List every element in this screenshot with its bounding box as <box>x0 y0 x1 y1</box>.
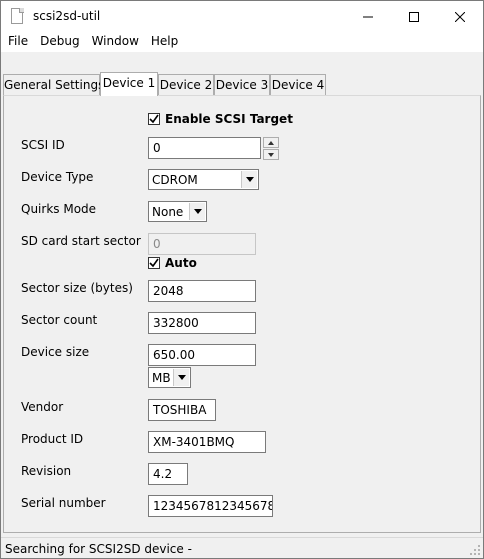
checkmark-icon <box>149 114 159 124</box>
spin-down-button[interactable] <box>263 149 279 160</box>
device-type-value: CDROM <box>152 173 198 187</box>
sd-start-sector-label: SD card start sector <box>21 234 141 248</box>
device-size-label: Device size <box>21 345 90 359</box>
chevron-down-icon <box>245 177 254 182</box>
scsi-id-input[interactable]: 0 <box>148 137 261 159</box>
close-icon <box>455 11 465 22</box>
dropdown-button[interactable] <box>173 369 189 386</box>
tab-device-2[interactable]: Device 2 <box>158 74 214 95</box>
menu-window[interactable]: Window <box>86 32 145 52</box>
vendor-label: Vendor <box>21 400 64 414</box>
minimize-button[interactable] <box>345 1 391 32</box>
sector-size-input[interactable]: 2048 <box>148 280 256 302</box>
vendor-input[interactable]: TOSHIBA <box>148 399 216 421</box>
revision-input[interactable]: 4.2 <box>148 463 188 485</box>
auto-label: Auto <box>165 256 197 270</box>
resize-grip-icon[interactable] <box>469 544 481 556</box>
app-window: scsi2sd-util File Debug Window Help Gene… <box>0 0 484 559</box>
tab-device-1[interactable]: Device 1 <box>100 72 158 96</box>
chevron-down-icon <box>177 375 186 380</box>
maximize-button[interactable] <box>391 1 437 32</box>
serial-number-label: Serial number <box>21 496 106 510</box>
status-bar: Searching for SCSI2SD device - <box>1 537 483 558</box>
auto-checkbox[interactable] <box>148 257 160 269</box>
quirks-mode-label: Quirks Mode <box>21 202 97 216</box>
device-size-unit-select[interactable]: MB <box>148 367 191 388</box>
close-button[interactable] <box>437 1 483 32</box>
quirks-mode-value: None <box>152 205 184 219</box>
device-size-unit-value: MB <box>152 371 171 385</box>
arrow-up-icon <box>268 140 274 145</box>
title-bar: scsi2sd-util <box>1 1 483 32</box>
window-title: scsi2sd-util <box>33 9 101 23</box>
checkmark-icon <box>149 258 159 268</box>
device-size-input[interactable]: 650.00 <box>148 344 256 366</box>
enable-scsi-target-checkbox[interactable] <box>148 113 160 125</box>
minimize-icon <box>363 16 373 17</box>
chevron-down-icon <box>193 209 202 214</box>
sector-count-label: Sector count <box>21 313 98 327</box>
status-text: Searching for SCSI2SD device - <box>5 542 192 556</box>
tab-device-4[interactable]: Device 4 <box>270 74 326 95</box>
scsi-id-label: SCSI ID <box>21 138 65 152</box>
sector-count-input[interactable]: 332800 <box>148 312 256 334</box>
app-icon <box>9 8 25 24</box>
menu-help[interactable]: Help <box>145 32 184 52</box>
dropdown-button[interactable] <box>189 203 205 220</box>
tab-general-settings[interactable]: General Settings <box>3 74 104 95</box>
scsi-id-spinner[interactable] <box>263 137 279 160</box>
menu-bar: File Debug Window Help <box>1 32 483 52</box>
menu-file[interactable]: File <box>2 32 34 52</box>
tab-device-3[interactable]: Device 3 <box>214 74 270 95</box>
product-id-label: Product ID <box>21 432 84 446</box>
enable-scsi-target-label: Enable SCSI Target <box>165 112 293 126</box>
dropdown-button[interactable] <box>241 171 257 188</box>
sd-start-sector-input[interactable]: 0 <box>148 233 256 255</box>
maximize-icon <box>409 11 419 22</box>
sector-size-label: Sector size (bytes) <box>21 281 133 295</box>
product-id-input[interactable]: XM-3401BMQ <box>148 431 266 453</box>
device-type-label: Device Type <box>21 170 94 184</box>
serial-number-input[interactable]: 1234567812345678 <box>148 495 273 517</box>
spin-up-button[interactable] <box>263 137 279 148</box>
arrow-down-icon <box>268 152 274 157</box>
device-settings-panel: Enable SCSI Target SCSI ID 0 Device Type… <box>3 95 481 533</box>
revision-label: Revision <box>21 464 72 478</box>
menu-debug[interactable]: Debug <box>34 32 85 52</box>
quirks-mode-select[interactable]: None <box>148 201 207 222</box>
device-type-select[interactable]: CDROM <box>148 169 259 190</box>
